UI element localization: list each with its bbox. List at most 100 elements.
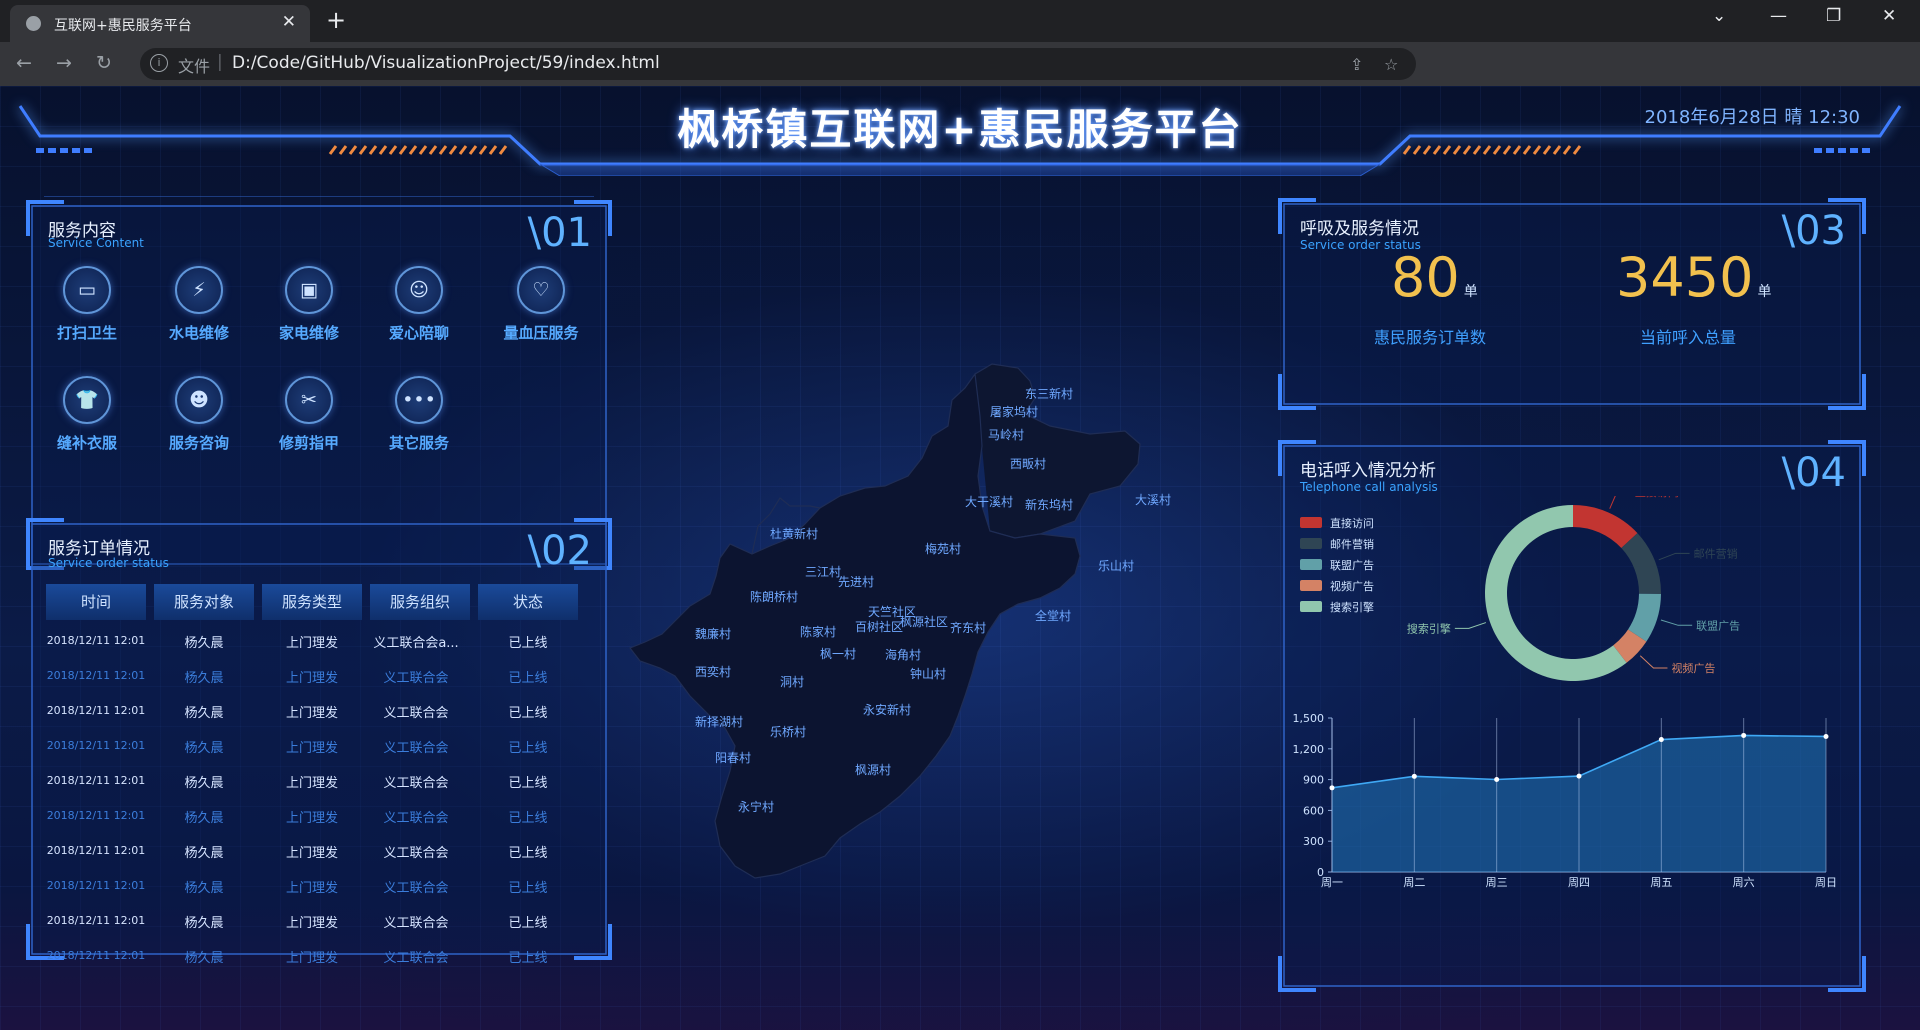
appliance-icon: ▣: [285, 266, 333, 314]
service-item[interactable]: ••• 其它服务: [374, 376, 464, 453]
window-close-button[interactable]: ✕: [1882, 6, 1896, 26]
service-item[interactable]: ▭ 打扫卫生: [42, 266, 132, 343]
globe-icon: [26, 16, 41, 31]
more-icon: •••: [395, 376, 443, 424]
calls-count: 3450 单: [1616, 246, 1771, 309]
map-village-label: 马岭村: [988, 428, 1024, 442]
forward-icon[interactable]: →: [56, 52, 72, 74]
table-cell: 杨久晨: [184, 776, 224, 791]
address-scheme: 文件: [178, 57, 211, 76]
close-tab-icon[interactable]: ✕: [282, 12, 296, 32]
service-item[interactable]: ☺ 爱心陪聊: [374, 266, 464, 343]
column-header-time[interactable]: 时间: [46, 584, 146, 620]
table-cell: 杨久晨: [184, 671, 224, 686]
table-row[interactable]: 2018/12/11 12:01 杨久晨 上门理发 义工联合会 已上线: [46, 799, 586, 834]
table-cell: 上门理发: [285, 741, 338, 756]
donut-slice[interactable]: [1573, 505, 1638, 549]
donut-label-line: [1660, 619, 1693, 626]
data-point[interactable]: [1741, 732, 1747, 738]
service-label: 爱心陪聊: [388, 324, 449, 342]
table-cell: 上门理发: [285, 671, 338, 686]
bookmark-star-icon[interactable]: ☆: [1384, 55, 1398, 74]
x-tick-label: 周六: [1733, 876, 1755, 889]
service-item[interactable]: ☻ 服务咨询: [154, 376, 244, 453]
service-item[interactable]: 👕 缝补衣服: [42, 376, 132, 453]
donut-slice-label: 搜索引擎: [1407, 621, 1451, 635]
table-row[interactable]: 2018/12/11 12:01 杨久晨 上门理发 义工联合会 已上线: [46, 834, 586, 869]
service-item[interactable]: ⚡ 水电维修: [154, 266, 244, 343]
address-bar[interactable]: i 文件 | D:/Code/GitHub/VisualizationProje…: [140, 48, 1416, 80]
nail-icon: ✂: [285, 376, 333, 424]
table-cell: 2018/12/11 12:01: [46, 809, 146, 822]
table-cell: 2018/12/11 12:01: [46, 704, 146, 717]
address-url[interactable]: D:/Code/GitHub/VisualizationProject/59/i…: [232, 53, 660, 73]
map-village-label: 梅苑村: [925, 541, 961, 556]
village-map: 东三新村屠家坞村马岭村西畈村大溪村 大干溪村 新东坞村杜黄新村梅苑村乐山村 三江村先进…: [629, 363, 1171, 879]
calls-count-value: 3450: [1616, 246, 1754, 309]
table-cell: 已上线: [508, 636, 548, 651]
x-tick-label: 周三: [1486, 876, 1508, 889]
data-point[interactable]: [1658, 737, 1664, 743]
data-point[interactable]: [1411, 773, 1417, 779]
column-header-client[interactable]: 服务对象: [154, 584, 254, 620]
table-row[interactable]: 2018/12/11 12:01 杨久晨 上门理发 义工联合会a... 已上线: [46, 624, 586, 659]
datetime-weather: 2018年6月28日 晴 12:30: [1644, 107, 1860, 128]
tab-search-icon[interactable]: ⌄: [1712, 6, 1726, 26]
x-tick-label: 周五: [1650, 876, 1672, 889]
panel-number: \04: [1781, 450, 1846, 496]
panel-title: 呼吸及服务情况: [1300, 219, 1419, 239]
column-header-org[interactable]: 服务组织: [370, 584, 470, 620]
service-label: 其它服务: [388, 434, 449, 452]
table-row[interactable]: 2018/12/11 12:01 杨久晨 上门理发 义工联合会 已上线: [46, 939, 586, 974]
service-item[interactable]: ✂ 修剪指甲: [264, 376, 354, 453]
service-item[interactable]: ♡ 量血压服务: [496, 266, 586, 343]
map-village-label: 全堂村: [1035, 608, 1071, 623]
table-cell: 杨久晨: [184, 811, 224, 826]
service-label: 修剪指甲: [278, 434, 339, 452]
map-village-label: 陈家村: [800, 624, 836, 639]
column-header-status[interactable]: 状态: [478, 584, 578, 620]
table-row[interactable]: 2018/12/11 12:01 杨久晨 上门理发 义工联合会 已上线: [46, 869, 586, 904]
new-tab-button[interactable]: +: [326, 6, 346, 34]
table-row[interactable]: 2018/12/11 12:01 杨久晨 上门理发 义工联合会 已上线: [46, 764, 586, 799]
table-cell: 义工联合会: [383, 846, 449, 861]
table-row[interactable]: 2018/12/11 12:01 杨久晨 上门理发 义工联合会 已上线: [46, 659, 586, 694]
table-cell: 上门理发: [285, 951, 338, 966]
data-point[interactable]: [1329, 785, 1335, 791]
y-tick-label: 900: [1303, 774, 1324, 787]
minimize-button[interactable]: —: [1770, 6, 1787, 26]
data-point[interactable]: [1494, 776, 1500, 782]
table-row[interactable]: 2018/12/11 12:01 杨久晨 上门理发 义工联合会 已上线: [46, 904, 586, 939]
table-cell: 已上线: [508, 881, 548, 896]
map-village-label: 新择湖村: [695, 714, 743, 729]
data-point[interactable]: [1823, 733, 1829, 739]
back-icon[interactable]: ←: [16, 52, 32, 74]
table-cell: 上门理发: [285, 636, 338, 651]
restore-button[interactable]: ❐: [1826, 6, 1841, 26]
map-village-label: 大干溪村: [965, 495, 1013, 509]
table-cell: 2018/12/11 12:01: [46, 914, 146, 927]
map-village-label: 齐东村: [950, 620, 986, 635]
table-cell: 上门理发: [285, 811, 338, 826]
column-header-type[interactable]: 服务类型: [262, 584, 362, 620]
map-village-label: 三江村: [805, 565, 841, 579]
table-cell: 已上线: [508, 706, 548, 721]
orders-count-value: 80: [1391, 246, 1460, 309]
table-row[interactable]: 2018/12/11 12:01 杨久晨 上门理发 义工联合会 已上线: [46, 729, 586, 764]
data-point[interactable]: [1576, 773, 1582, 779]
share-icon[interactable]: ⇪: [1350, 55, 1363, 74]
table-row[interactable]: 2018/12/11 12:01 杨久晨 上门理发 义工联合会 已上线: [46, 694, 586, 729]
tab-title: 互联网+惠民服务平台: [54, 18, 192, 34]
browser-toolbar: ← → ↻ i 文件 | D:/Code/GitHub/Visualizatio…: [0, 42, 1920, 115]
info-icon[interactable]: i: [150, 54, 168, 72]
call-service-panel: 呼吸及服务情况 Service order status \03 80 单 惠民服…: [1276, 194, 1868, 414]
browser-tab[interactable]: 互联网+惠民服务平台 ✕: [10, 5, 310, 42]
table-cell: 已上线: [508, 811, 548, 826]
map-village-label: 东三新村: [1025, 386, 1073, 401]
table-cell: 上门理发: [285, 776, 338, 791]
service-item[interactable]: ▣ 家电维修: [264, 266, 354, 343]
service-label: 量血压服务: [503, 324, 579, 342]
reload-icon[interactable]: ↻: [96, 52, 112, 74]
table-cell: 杨久晨: [184, 706, 224, 721]
map-village-label: 枫一村: [820, 646, 856, 661]
